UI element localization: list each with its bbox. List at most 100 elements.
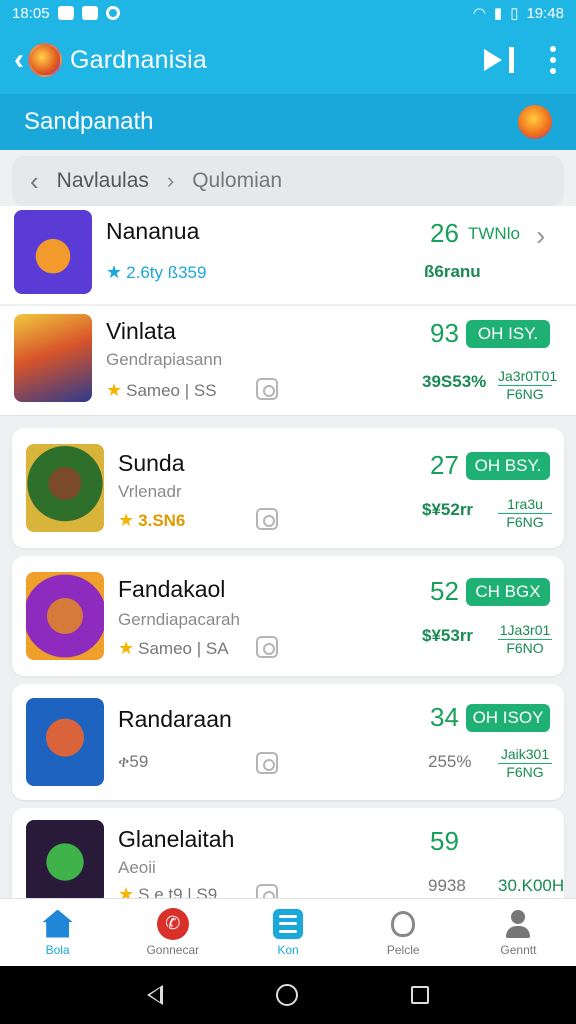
chevron-left-icon[interactable]: ‹ [30,166,39,197]
game-rating: ★ Sameo | SA [118,638,229,659]
system-back-icon[interactable] [146,985,163,1005]
system-navigation [0,966,576,1024]
game-score: 52 [430,576,459,606]
stat-top: Jaik301 [500,746,550,762]
game-thumbnail [26,444,104,532]
nav-home[interactable]: Bola [0,899,115,966]
list-item[interactable]: Sunda Vrlenadr ★ 3.SN6 27 OH BSY. $¥52rr… [12,428,564,548]
status-badge[interactable]: OH ISOY [466,704,550,732]
lock-icon [256,508,278,530]
notification-icon [57,6,74,20]
game-subtitle: Gendrapiasann [106,350,223,369]
game-thumbnail [26,820,104,898]
home-icon [42,909,73,938]
game-score: 34 [430,702,459,732]
game-title: Randaraan [118,706,232,732]
nav-list[interactable]: Kon [230,899,345,966]
section-header: Sandpanath [0,94,576,150]
game-title: Glanelaitah [118,826,235,852]
game-stat-secondary: 30.K00H [498,876,565,895]
chevron-right-icon[interactable]: › [536,220,545,252]
status-time: 18:05 [12,4,50,22]
game-rating: ★ 3.SN6 [118,510,185,531]
app-bar: ‹ Gardnanisia [0,26,576,94]
game-stat-secondary: Ja3r0T01 F6NG [498,368,557,403]
game-stat: $¥52rr [422,500,474,519]
stat-bottom: F6NO [498,639,552,657]
app-logo [28,43,62,77]
rating-text: ቀ59 [118,752,149,771]
stat-top: 1ra3u [507,496,543,512]
star-icon: ★ [106,262,123,282]
share-icon[interactable] [484,47,514,73]
nav-label: Gonnecar [146,942,200,957]
lock-icon [256,752,278,774]
game-score: 26 [430,218,459,248]
system-recents-icon[interactable] [411,986,430,1004]
rating-text: 2.6ty ß359 [126,262,207,282]
profile-badge-icon[interactable] [518,105,552,139]
star-icon: ★ [118,510,135,530]
breadcrumb-current: Qulomian [192,169,283,192]
status-badge[interactable]: OH BSY. [466,452,550,480]
breadcrumb: ‹ Navlaulas › Qulomian [12,156,564,206]
status-badge[interactable]: OH ISY. [466,320,550,348]
game-list: Nananua ★ 2.6ty ß359 26 TWNlo › ß6ranu V… [0,206,576,898]
game-stat: 39S53% [422,372,487,391]
nav-label: Genntt [500,942,537,957]
breadcrumb-parent[interactable]: Navlaulas [57,169,149,193]
score-label: TWNlo [468,224,520,243]
rating-text: S.e.t9 | S9 [138,884,218,899]
game-score: 27 [430,450,459,480]
game-stat: 255% [428,752,472,771]
lock-icon [256,378,278,400]
game-rating: ቀ59 [118,752,148,772]
rating-text: 3.SN6 [138,510,186,530]
more-options-icon[interactable] [550,46,556,74]
game-thumbnail [26,698,104,786]
nav-label: Bola [45,942,70,957]
system-home-icon[interactable] [275,984,298,1006]
game-thumbnail [26,572,104,660]
lock-icon [256,636,278,658]
game-thumbnail [14,314,92,402]
game-stat-secondary: 1Ja3r01 F6NO [498,622,552,657]
game-rating: ★ S.e.t9 | S9 [118,884,217,898]
status-badge[interactable]: CH BGX [466,578,550,606]
stat-bottom: F6NG [498,385,552,403]
nav-account[interactable]: Genntt [461,899,576,966]
stat-bottom: F6NG [498,513,552,531]
stat-bottom: F6NG [498,763,552,781]
list-item[interactable]: Vinlata Gendrapiasann ★ Sameo | SS 93 OH… [0,306,576,416]
chevron-right-icon: › [166,168,175,193]
phone-icon: ✆ [156,907,189,940]
settings-icon [105,6,120,20]
game-subtitle: Gerndiapacarah [118,610,240,629]
lock-icon [256,884,278,898]
star-icon: ★ [118,884,135,898]
game-stat: $¥53rr [422,626,474,645]
wifi-icon: ◠ [472,5,486,22]
battery-icon: ▯ [510,5,519,22]
stat-top: Ja3r0T01 [498,368,558,384]
game-title: Sunda [118,450,185,476]
game-score: 93 [430,318,459,348]
list-item[interactable]: Randaraan ቀ59 34 OH ISOY 255% Jaik301 F6… [12,684,564,800]
nav-connect[interactable]: ✆ Gonnecar [115,899,230,966]
nav-profile-apps[interactable]: Pelcle [346,899,461,966]
game-stat-secondary: 1ra3u F6NG [498,496,552,531]
list-icon [273,908,303,939]
game-stat-secondary: Jaik301 F6NG [498,746,552,781]
section-title: Sandpanath [24,108,154,135]
list-item[interactable]: Glanelaitah Aeoii ★ S.e.t9 | S9 59 9938 … [12,808,564,898]
back-icon[interactable]: ‹ [14,45,24,75]
list-item[interactable]: Nananua ★ 2.6ty ß359 26 TWNlo › ß6ranu [0,206,576,304]
game-rating: ★ 2.6ty ß359 [106,262,206,283]
game-title: Fandakaol [118,576,226,602]
game-title: Nananua [106,218,200,244]
rating-text: Sameo | SA [138,638,229,658]
nav-label: Kon [277,942,299,957]
game-rating: ★ Sameo | SS [106,380,217,401]
message-icon [81,6,98,20]
list-item[interactable]: Fandakaol Gerndiapacarah ★ Sameo | SA 52… [12,556,564,676]
